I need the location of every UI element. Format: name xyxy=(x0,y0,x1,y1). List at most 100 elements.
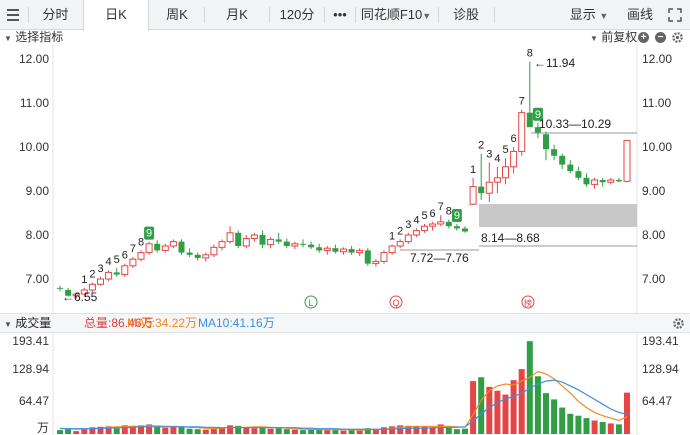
price-tick-label: 11.00 xyxy=(642,96,671,110)
price-tick-label: 7.00 xyxy=(642,272,666,286)
candle xyxy=(502,158,509,185)
sequence-marker-number: 6 xyxy=(511,133,517,145)
volume-bar xyxy=(170,427,177,434)
candle-body xyxy=(308,244,315,248)
sequence-marker-number: 2 xyxy=(478,140,484,152)
candle xyxy=(275,232,282,244)
volume-bar xyxy=(154,426,161,434)
candle xyxy=(267,237,275,249)
sequence-marker-number: 4 xyxy=(106,256,112,268)
volume-ma10: MA10:41.16万 xyxy=(198,316,275,330)
candle xyxy=(526,61,533,128)
candle xyxy=(404,232,412,244)
low-price-label: ←6.55 xyxy=(62,290,98,304)
volume-bar xyxy=(251,428,258,434)
event-marker-rank[interactable]: 榜 xyxy=(521,295,535,309)
event-marker-l[interactable]: L xyxy=(304,295,318,309)
sequence-marker-number: 1 xyxy=(470,164,476,176)
candle xyxy=(332,244,339,254)
sequence-marker-number: 3 xyxy=(405,219,411,231)
candle xyxy=(186,248,193,257)
price-tick-label: 9.00 xyxy=(26,184,50,198)
volume-bar xyxy=(599,421,606,434)
candle xyxy=(469,177,477,206)
volume-tick-label: 64.47 xyxy=(642,394,672,408)
volume-bar xyxy=(275,428,282,434)
candle-body xyxy=(323,247,331,251)
volume-bar xyxy=(324,430,331,434)
candle-body xyxy=(559,155,566,165)
volume-bar xyxy=(340,430,347,434)
candle xyxy=(412,228,420,238)
candle-body xyxy=(202,254,210,259)
candle xyxy=(194,252,201,261)
volume-bar xyxy=(494,390,501,434)
sequence-marker-number: 8 xyxy=(527,48,533,60)
candle-body xyxy=(437,221,445,225)
candle xyxy=(202,252,210,262)
candle xyxy=(429,221,437,231)
candle xyxy=(105,270,113,282)
chevron-down-icon: ▼ xyxy=(4,320,12,329)
volume-bar xyxy=(470,381,477,434)
candle-body xyxy=(129,258,137,267)
candle-body xyxy=(421,225,428,232)
volume-tick-label: 128.94 xyxy=(642,362,679,376)
sequence-marker-number: 6 xyxy=(430,208,436,220)
candle-body xyxy=(575,171,582,178)
gap-zone-label: 8.14—8.68 xyxy=(481,231,540,245)
candle xyxy=(178,239,185,255)
candle xyxy=(340,247,347,255)
sequence-marker-number: 4 xyxy=(494,153,500,165)
candle-body xyxy=(388,245,396,254)
candle xyxy=(518,109,526,156)
candle xyxy=(364,248,371,266)
candle xyxy=(145,241,153,255)
candle xyxy=(226,226,234,244)
volume-bar xyxy=(57,430,63,434)
candle-body xyxy=(404,234,412,243)
volume-bar xyxy=(308,429,315,434)
candle-body xyxy=(121,265,129,276)
sequence-marker-number: 2 xyxy=(89,269,95,281)
candle xyxy=(478,153,485,200)
candle-body xyxy=(186,252,193,255)
event-marker-q[interactable]: Q xyxy=(389,295,403,309)
candle xyxy=(308,241,315,250)
upper-zone-label: 10.33—10.29 xyxy=(539,117,611,131)
candle-body xyxy=(169,241,177,247)
volume-bar xyxy=(332,429,339,434)
kline-chart[interactable]: 12.00 11.00 10.00 9.00 8.00 7.00 12.00 1… xyxy=(0,0,690,435)
candle-body xyxy=(380,252,388,262)
volume-bar xyxy=(607,423,614,434)
sequence-marker-number: 6 xyxy=(122,250,128,262)
candle-body xyxy=(105,271,113,280)
volume-bar xyxy=(283,429,290,434)
candle xyxy=(388,244,396,255)
candle-body xyxy=(283,241,290,246)
candle xyxy=(129,257,137,268)
volume-bar xyxy=(591,420,598,434)
volume-bar xyxy=(381,427,387,434)
volume-tick-label: 193.41 xyxy=(642,334,679,348)
candle-body xyxy=(161,245,169,251)
candle xyxy=(169,239,177,249)
sequence-marker-number: 7 xyxy=(519,96,525,108)
sequence-marker-number: 3 xyxy=(97,263,103,275)
volume-settings-gear-icon[interactable] xyxy=(672,317,685,330)
candle xyxy=(121,263,129,277)
volume-bar xyxy=(615,424,622,434)
volume-title: 成交量 xyxy=(15,316,52,330)
candle xyxy=(113,268,120,277)
candle-body xyxy=(57,287,63,289)
sequence-marker-number: 1 xyxy=(81,274,87,286)
volume-bar xyxy=(478,377,485,434)
volume-tick-label: 128.94 xyxy=(12,362,49,376)
ma10-line xyxy=(60,379,628,430)
candle-body xyxy=(194,254,201,258)
candle xyxy=(380,250,388,264)
candle xyxy=(599,177,606,187)
candle xyxy=(583,173,590,187)
volume-bar xyxy=(510,380,517,434)
volume-indicator-button[interactable]: ▼ 成交量 xyxy=(4,314,51,334)
